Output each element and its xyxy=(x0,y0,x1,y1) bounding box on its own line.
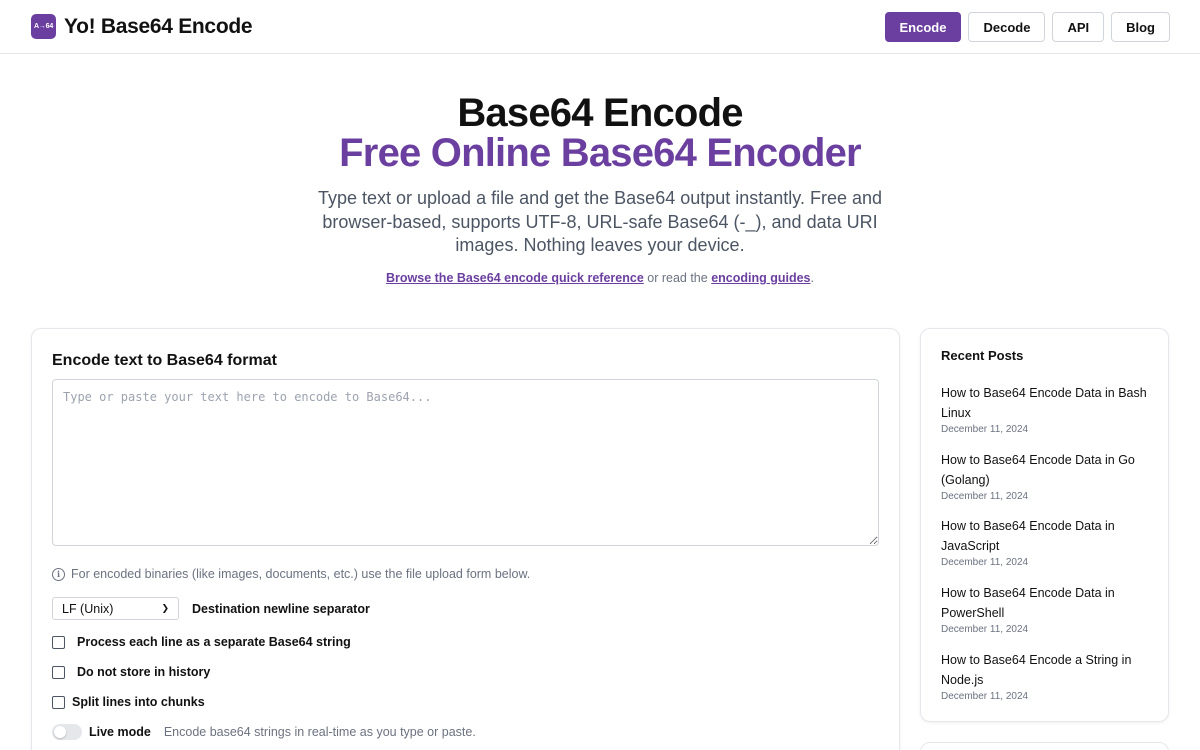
post-date: December 11, 2024 xyxy=(941,557,1029,568)
live-mode-label[interactable]: Live mode xyxy=(89,725,151,739)
live-mode-option: Live mode Encode base64 strings in real-… xyxy=(52,724,476,740)
brand[interactable]: A→64 Yo! Base64 Encode xyxy=(31,14,253,39)
hero-description: Type text or upload a file and get the B… xyxy=(317,188,883,255)
hero-links: Browse the Base64 encode quick reference… xyxy=(0,271,1200,285)
nav-blog-button[interactable]: Blog xyxy=(1111,12,1170,42)
post-date: December 11, 2024 xyxy=(941,491,1029,502)
recent-posts-panel: Recent Posts How to Base64 Encode Data i… xyxy=(920,328,1169,722)
post-date: December 11, 2024 xyxy=(941,691,1029,702)
newline-separator-select[interactable]: LF (Unix) ❯ xyxy=(52,597,179,620)
quick-reference-link[interactable]: Browse the Base64 encode quick reference xyxy=(386,271,644,285)
post-title-link[interactable]: How to Base64 Encode Data in Bash Linux xyxy=(941,383,1151,423)
info-note: i For encoded binaries (like images, doc… xyxy=(52,567,530,581)
top-navbar: A→64 Yo! Base64 Encode Encode Decode API… xyxy=(0,0,1200,54)
nav-encode-button[interactable]: Encode xyxy=(884,12,962,42)
newline-select-value: LF (Unix) xyxy=(62,601,114,616)
toggle-knob xyxy=(54,726,66,738)
post-item: How to Base64 Encode a String in Node.js… xyxy=(941,650,1151,703)
encoding-guides-link[interactable]: encoding guides xyxy=(711,271,810,285)
chevron-down-icon: ❯ xyxy=(161,603,169,613)
post-item: How to Base64 Encode Data in JavaScript … xyxy=(941,516,1151,569)
nav-decode-button[interactable]: Decode xyxy=(968,12,1046,42)
info-icon: i xyxy=(52,567,65,581)
no-history-option: Do not store in history xyxy=(52,665,210,679)
post-title-link[interactable]: How to Base64 Encode Data in PowerShell xyxy=(941,583,1151,623)
post-title-link[interactable]: How to Base64 Encode a String in Node.js xyxy=(941,650,1151,690)
post-item: How to Base64 Encode Data in PowerShell … xyxy=(941,583,1151,636)
newline-row: LF (Unix) ❯ Destination newline separato… xyxy=(52,597,370,620)
no-history-checkbox[interactable] xyxy=(52,665,65,679)
post-item: How to Base64 Encode Data in Bash Linux … xyxy=(941,383,1151,436)
split-chunks-option: Split lines into chunks xyxy=(52,695,205,709)
split-chunks-checkbox[interactable] xyxy=(52,695,65,709)
encoder-card: Encode text to Base64 format i For encod… xyxy=(31,328,900,750)
site-title: Yo! Base64 Encode xyxy=(64,14,253,38)
live-mode-toggle[interactable] xyxy=(52,724,82,740)
info-text: For encoded binaries (like images, docum… xyxy=(71,567,531,581)
hero-links-end-text: . xyxy=(810,271,814,285)
sidebar-secondary-panel xyxy=(920,742,1169,750)
each-line-option: Process each line as a separate Base64 s… xyxy=(52,635,351,649)
each-line-label[interactable]: Process each line as a separate Base64 s… xyxy=(77,635,351,649)
encoder-title: Encode text to Base64 format xyxy=(52,352,277,369)
post-title-link[interactable]: How to Base64 Encode Data in JavaScript xyxy=(941,516,1151,556)
logo-icon: A→64 xyxy=(31,14,56,39)
main-nav: Encode Decode API Blog xyxy=(884,12,1170,42)
hero-links-middle-text: or read the xyxy=(643,271,712,285)
page-subtitle: Free Online Base64 Encoder xyxy=(339,131,861,175)
newline-label: Destination newline separator xyxy=(192,601,370,616)
post-date: December 11, 2024 xyxy=(941,424,1029,435)
post-item: How to Base64 Encode Data in Go (Golang)… xyxy=(941,450,1151,503)
live-mode-description: Encode base64 strings in real-time as yo… xyxy=(163,725,476,739)
no-history-label[interactable]: Do not store in history xyxy=(77,665,210,679)
split-chunks-label[interactable]: Split lines into chunks xyxy=(72,695,205,709)
post-title-link[interactable]: How to Base64 Encode Data in Go (Golang) xyxy=(941,450,1151,490)
post-date: December 11, 2024 xyxy=(941,624,1029,635)
encode-input[interactable] xyxy=(52,379,879,546)
nav-api-button[interactable]: API xyxy=(1052,12,1105,42)
recent-posts-title: Recent Posts xyxy=(941,348,1024,363)
each-line-checkbox[interactable] xyxy=(52,635,65,649)
